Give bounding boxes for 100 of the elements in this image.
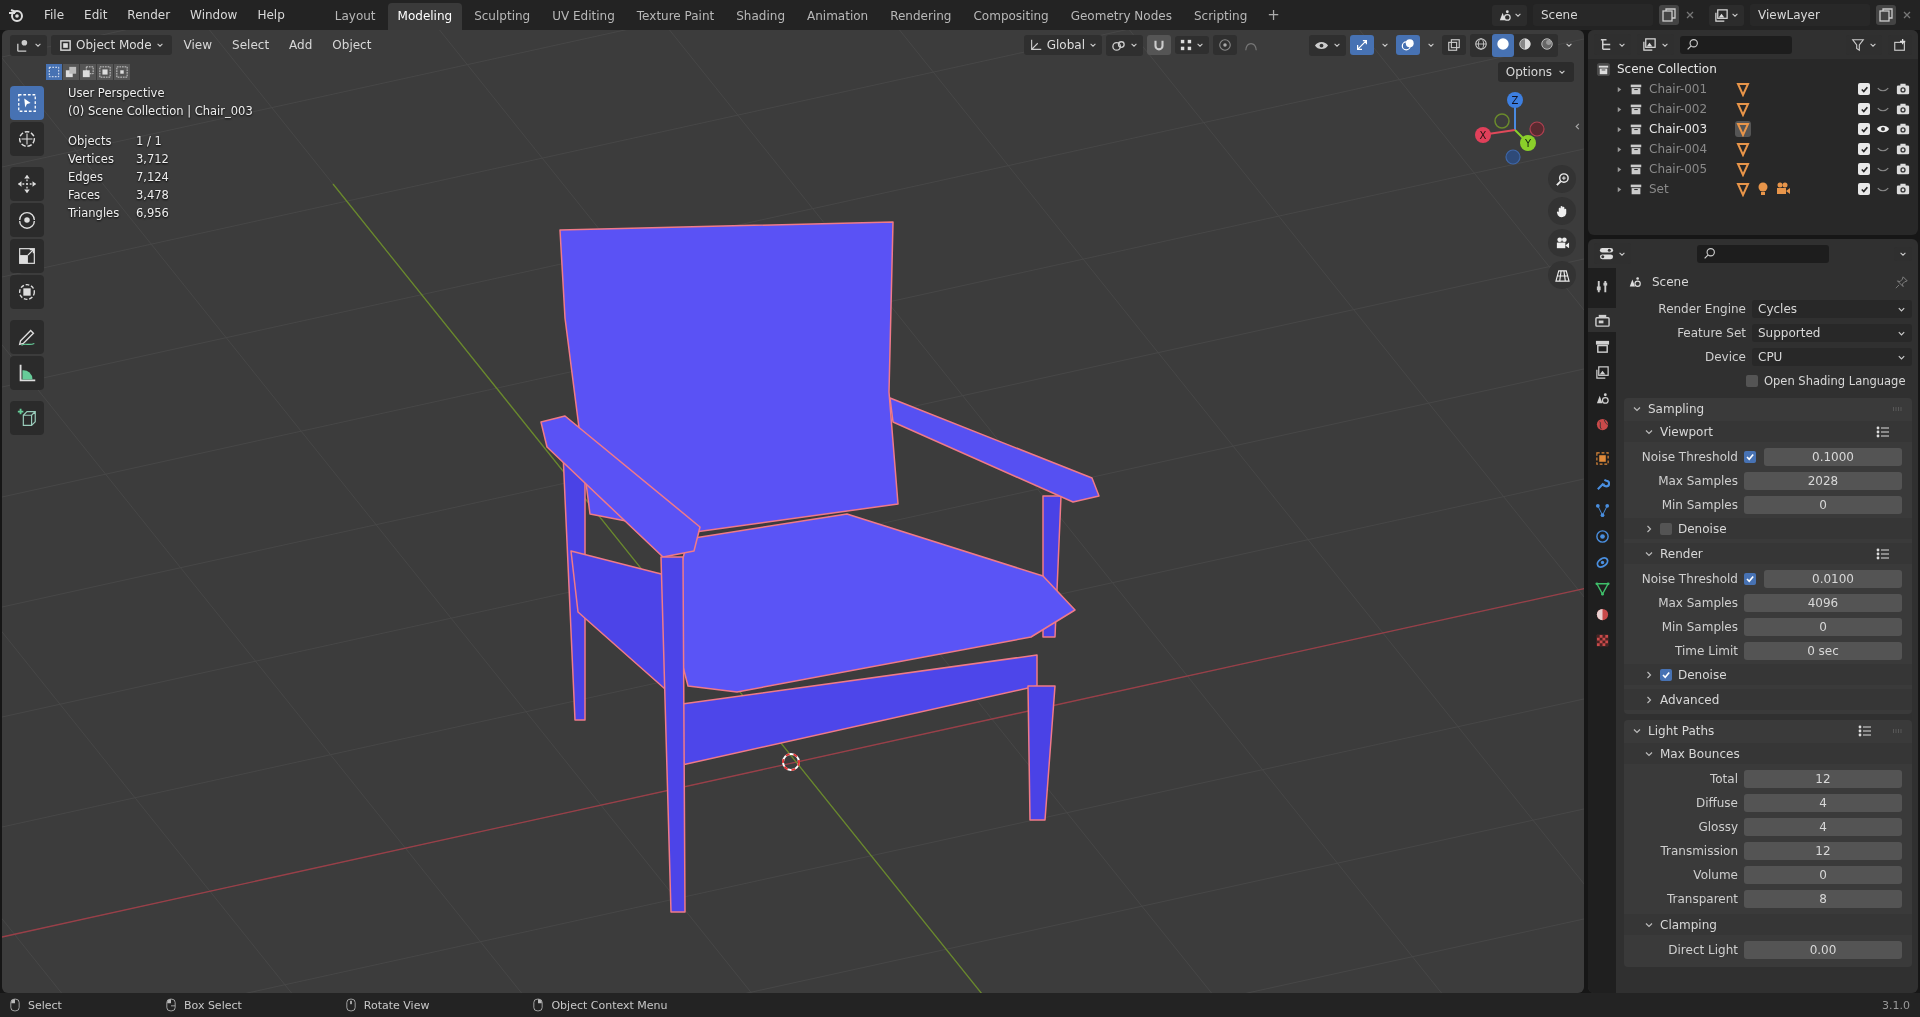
drag-handle-icon[interactable]	[1892, 728, 1904, 733]
list-icon[interactable]	[1858, 724, 1872, 737]
menu-item[interactable]: Object	[324, 35, 380, 55]
drag-handle-icon[interactable]	[1892, 406, 1904, 411]
scene-field[interactable]: Scene	[1533, 4, 1653, 26]
subpanel-header[interactable]: Render	[1624, 543, 1912, 564]
axis-gizmo[interactable]: Z X Y	[1475, 92, 1545, 165]
checkbox[interactable]	[1858, 183, 1870, 195]
triangle-icon[interactable]	[1735, 141, 1751, 157]
snap-target-dropdown[interactable]	[1175, 36, 1209, 54]
menu-item[interactable]: View	[175, 35, 221, 55]
collection-name[interactable]: Scene Collection	[1617, 62, 1717, 76]
list-icon[interactable]	[1876, 547, 1890, 560]
checkbox[interactable]	[1858, 123, 1870, 135]
zoom-button[interactable]	[1548, 165, 1576, 193]
triangle-icon[interactable]	[1735, 81, 1751, 97]
close-icon[interactable]	[1902, 10, 1912, 20]
camera-view-button[interactable]	[1548, 229, 1576, 257]
tool-button[interactable]	[10, 320, 44, 354]
collection-name[interactable]: Chair-001	[1649, 82, 1719, 96]
subpanel-header[interactable]: Denoise	[1624, 664, 1912, 685]
tool-button[interactable]	[10, 122, 44, 156]
search-field[interactable]	[1680, 35, 1792, 54]
triangle-icon[interactable]	[1735, 121, 1751, 137]
search-field[interactable]	[1696, 244, 1829, 263]
expand-arrow-icon[interactable]	[1616, 85, 1623, 93]
mode-dropdown[interactable]: Object Mode	[51, 35, 172, 55]
camera-icon[interactable]	[1896, 142, 1910, 156]
menu-item[interactable]: Select	[224, 35, 278, 55]
select-mode-button[interactable]	[97, 64, 113, 80]
number-field[interactable]: 0.00	[1744, 941, 1902, 959]
chevron-left-icon[interactable]	[1573, 122, 1582, 131]
menu-item[interactable]: Edit	[76, 4, 116, 26]
number-field[interactable]: 12	[1744, 842, 1902, 860]
dropdown[interactable]: Cycles	[1752, 300, 1912, 318]
menu-item[interactable]: Add	[281, 35, 321, 55]
subpanel-header[interactable]: Max Bounces	[1624, 743, 1912, 764]
expand-arrow-icon[interactable]	[1616, 105, 1623, 113]
subpanel-header[interactable]: Viewport	[1624, 421, 1912, 442]
checkbox[interactable]	[1744, 451, 1756, 463]
tool-button[interactable]	[10, 275, 44, 309]
close-icon[interactable]	[1685, 10, 1695, 20]
number-field[interactable]: 0 sec	[1744, 642, 1902, 660]
subpanel-header[interactable]: Clamping	[1624, 914, 1912, 935]
properties-tab[interactable]	[1588, 308, 1616, 332]
view-layer-selector-button[interactable]	[1709, 4, 1744, 26]
camera-icon[interactable]	[1896, 82, 1910, 96]
workspace-tab[interactable]: UV Editing	[542, 3, 625, 30]
collection-name[interactable]: Chair-004	[1649, 142, 1719, 156]
collection-name[interactable]: Set	[1649, 182, 1719, 196]
select-mode-button[interactable]	[80, 64, 96, 80]
workspace-tab[interactable]: Texture Paint	[626, 3, 725, 30]
collection-name[interactable]: Chair-005	[1649, 162, 1719, 176]
copy-icon[interactable]	[1659, 5, 1679, 25]
subpanel-header[interactable]: Denoise	[1624, 518, 1912, 539]
logo-icon[interactable]	[8, 7, 24, 23]
checkbox[interactable]	[1858, 103, 1870, 115]
checkbox[interactable]	[1744, 573, 1756, 585]
3d-cursor-icon[interactable]	[782, 753, 800, 771]
camera-icon[interactable]	[1896, 182, 1910, 196]
select-mode-button[interactable]	[63, 64, 79, 80]
add-workspace-button[interactable]: +	[1259, 0, 1288, 30]
expand-arrow-icon[interactable]	[1616, 185, 1623, 193]
number-field[interactable]: 4	[1744, 794, 1902, 812]
scene-selector-button[interactable]	[1492, 4, 1527, 26]
expand-arrow-icon[interactable]	[1616, 145, 1623, 153]
number-field[interactable]: 2028	[1744, 472, 1902, 490]
number-field[interactable]: 4096	[1744, 594, 1902, 612]
tool-button[interactable]	[10, 203, 44, 237]
triangle-icon[interactable]	[1735, 101, 1751, 117]
xray-toggle[interactable]	[1442, 35, 1466, 55]
editor-type-button[interactable]	[10, 34, 47, 56]
select-mode-button[interactable]	[114, 64, 130, 80]
menu-item[interactable]: Render	[119, 4, 179, 26]
proportional-editing-toggle[interactable]	[1213, 35, 1237, 55]
number-field[interactable]: 8	[1744, 890, 1902, 908]
options-dropdown[interactable]: Options	[1497, 62, 1574, 82]
visibility-dropdown[interactable]	[1309, 34, 1346, 56]
collection-name[interactable]: Chair-002	[1649, 102, 1719, 116]
checkbox[interactable]	[1858, 163, 1870, 175]
triangle-icon[interactable]	[1735, 181, 1751, 197]
dropdown[interactable]: Supported	[1752, 324, 1912, 342]
dropdown[interactable]: CPU	[1752, 348, 1912, 366]
copy-icon[interactable]	[1876, 5, 1896, 25]
workspace-tab[interactable]: Animation	[797, 3, 879, 30]
menu-item[interactable]: Window	[182, 4, 246, 26]
subpanel-header[interactable]: Advanced	[1624, 689, 1912, 710]
tool-button[interactable]	[10, 239, 44, 273]
workspace-tab[interactable]: Sculpting	[464, 3, 541, 30]
pan-button[interactable]	[1548, 197, 1576, 225]
number-field[interactable]: 12	[1744, 770, 1902, 788]
camera-icon[interactable]	[1896, 122, 1910, 136]
tool-button[interactable]	[10, 86, 44, 120]
checkbox[interactable]	[1660, 522, 1672, 535]
shading-button[interactable]	[1492, 33, 1514, 57]
number-field[interactable]: 0	[1744, 866, 1902, 884]
expand-arrow-icon[interactable]	[1616, 165, 1623, 173]
orientation-dropdown[interactable]: Global	[1023, 35, 1102, 55]
workspace-tab[interactable]: Scripting	[1183, 3, 1258, 30]
collection-name[interactable]: Chair-003	[1649, 122, 1719, 136]
